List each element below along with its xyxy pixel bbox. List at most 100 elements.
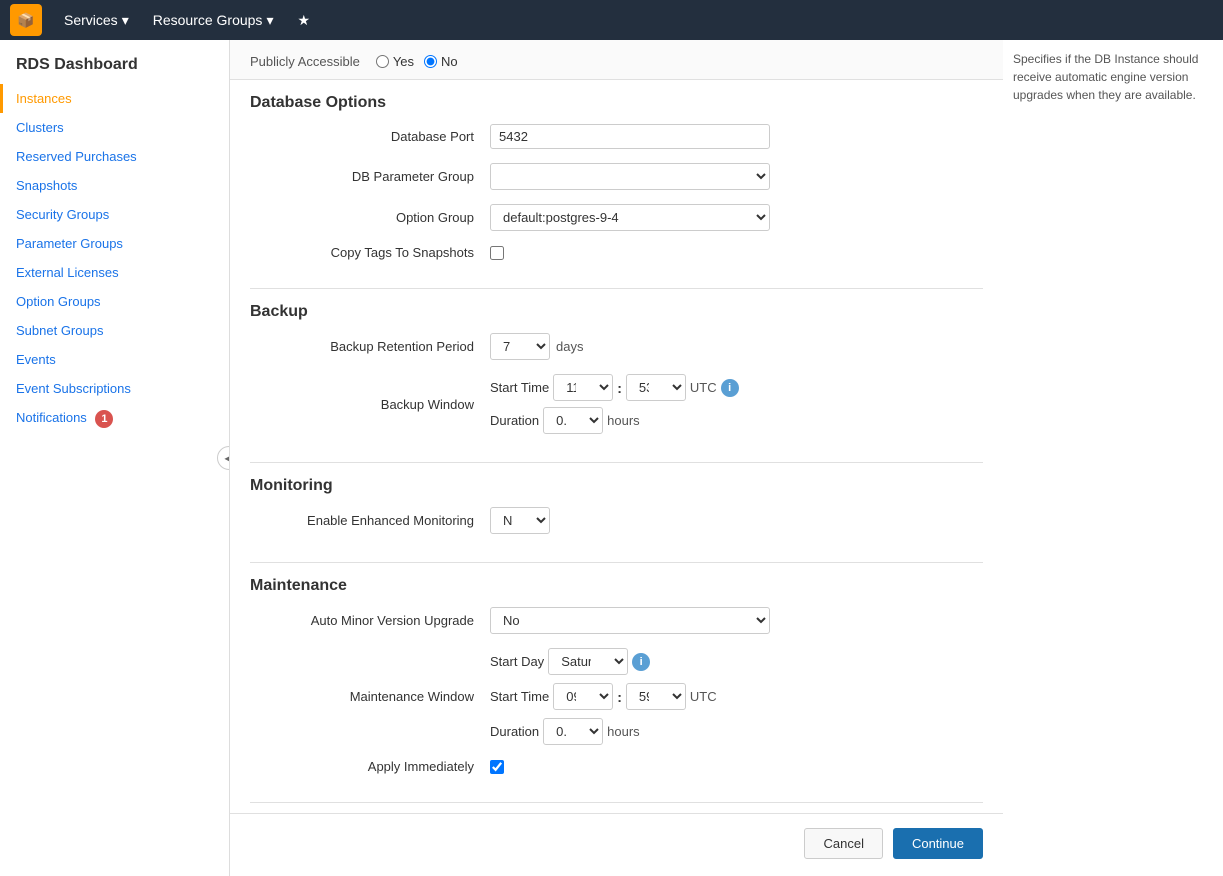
backup-retention-label: Backup Retention Period <box>250 339 490 354</box>
tooltip-text: Specifies if the DB Instance should rece… <box>1013 50 1213 104</box>
events-link[interactable]: Events <box>0 345 229 374</box>
notifications-link[interactable]: Notifications 1 <box>0 403 229 435</box>
resource-groups-label: Resource Groups <box>153 12 263 28</box>
publicly-accessible-yes-radio[interactable] <box>376 55 389 68</box>
backup-start-min-select[interactable]: 53 <box>626 374 686 401</box>
snapshots-link[interactable]: Snapshots <box>0 171 229 200</box>
main-content: Publicly Accessible Yes No Dat <box>230 40 1223 876</box>
services-label: Services <box>64 12 118 28</box>
publicly-accessible-no-label[interactable]: No <box>424 54 458 69</box>
copy-tags-checkbox[interactable] <box>490 246 504 260</box>
days-label: days <box>556 339 583 354</box>
instances-link[interactable]: Instances <box>0 84 229 113</box>
notifications-badge: 1 <box>95 410 113 428</box>
apply-immediately-checkbox[interactable] <box>490 760 504 774</box>
sidebar-item-subnet[interactable]: Subnet Groups <box>0 316 229 345</box>
backup-hours-label: hours <box>607 413 640 428</box>
option-group-label: Option Group <box>250 210 490 225</box>
sidebar-item-event-subs[interactable]: Event Subscriptions <box>0 374 229 403</box>
options-link[interactable]: Option Groups <box>0 287 229 316</box>
apply-immediately-label: Apply Immediately <box>250 759 490 774</box>
enhanced-monitoring-select[interactable]: No Yes <box>490 507 550 534</box>
security-link[interactable]: Security Groups <box>0 200 229 229</box>
monitoring-title: Monitoring <box>250 463 983 505</box>
continue-button[interactable]: Continue <box>893 828 983 859</box>
backup-section: Backup Backup Retention Period 7 days Ba… <box>250 289 983 463</box>
sidebar-item-security[interactable]: Security Groups <box>0 200 229 229</box>
database-port-input[interactable] <box>490 124 770 149</box>
maint-time-colon: : <box>617 689 622 705</box>
bottom-bar: Cancel Continue <box>230 813 1003 873</box>
sidebar-item-clusters[interactable]: Clusters <box>0 113 229 142</box>
monitoring-section: Monitoring Enable Enhanced Monitoring No… <box>250 463 983 563</box>
maintenance-window-label: Maintenance Window <box>250 689 490 704</box>
db-parameter-group-row: DB Parameter Group <box>250 161 983 192</box>
backup-duration-select[interactable]: 0.5 <box>543 407 603 434</box>
maint-start-time-label: Start Time <box>490 689 549 704</box>
backup-window-row: Backup Window Start Time 11 : <box>250 372 983 436</box>
maint-start-day-select[interactable]: Saturday Sunday Monday <box>548 648 628 675</box>
maintenance-section: Maintenance Auto Minor Version Upgrade N… <box>250 563 983 803</box>
sidebar-item-events[interactable]: Events <box>0 345 229 374</box>
backup-title: Backup <box>250 289 983 331</box>
resource-groups-arrow: ▾ <box>266 12 273 29</box>
copy-tags-label: Copy Tags To Snapshots <box>250 245 490 260</box>
sidebar-item-reserved[interactable]: Reserved Purchases <box>0 142 229 171</box>
option-group-select[interactable]: default:postgres-9-4 <box>490 204 770 231</box>
top-nav: 📦 Services ▾ Resource Groups ▾ ★ <box>0 0 1223 40</box>
sidebar-title: RDS Dashboard <box>0 40 229 84</box>
services-menu[interactable]: Services ▾ <box>52 0 141 40</box>
database-options-section: Database Options Database Port DB Parame… <box>250 80 983 289</box>
event-subs-link[interactable]: Event Subscriptions <box>0 374 229 403</box>
maint-start-hour-select[interactable]: 09 <box>553 683 613 710</box>
params-link[interactable]: Parameter Groups <box>0 229 229 258</box>
maint-duration-select[interactable]: 0.5 <box>543 718 603 745</box>
licenses-link[interactable]: External Licenses <box>0 258 229 287</box>
services-arrow: ▾ <box>122 12 129 29</box>
sidebar-item-notifications[interactable]: Notifications 1 <box>0 403 229 435</box>
sidebar-nav: Instances Clusters Reserved Purchases Sn… <box>0 84 229 435</box>
maint-duration-label: Duration <box>490 724 539 739</box>
resource-groups-menu[interactable]: Resource Groups ▾ <box>141 0 286 40</box>
publicly-accessible-yes-label[interactable]: Yes <box>376 54 414 69</box>
option-group-row: Option Group default:postgres-9-4 <box>250 202 983 233</box>
db-parameter-group-select[interactable] <box>490 163 770 190</box>
cancel-button[interactable]: Cancel <box>804 828 882 859</box>
star-icon: ★ <box>297 12 310 29</box>
apply-immediately-row: Apply Immediately <box>250 757 983 776</box>
backup-start-time-label: Start Time <box>490 380 549 395</box>
subnet-link[interactable]: Subnet Groups <box>0 316 229 345</box>
maint-hours-label: hours <box>607 724 640 739</box>
auto-minor-upgrade-row: Auto Minor Version Upgrade No Yes <box>250 605 983 636</box>
maintenance-window-info-icon[interactable]: i <box>632 653 650 671</box>
maint-start-min-select[interactable]: 59 <box>626 683 686 710</box>
backup-start-hour-select[interactable]: 11 <box>553 374 613 401</box>
backup-retention-row: Backup Retention Period 7 days <box>250 331 983 362</box>
sidebar-item-params[interactable]: Parameter Groups <box>0 229 229 258</box>
clusters-link[interactable]: Clusters <box>0 113 229 142</box>
enhanced-monitoring-row: Enable Enhanced Monitoring No Yes <box>250 505 983 536</box>
auto-minor-upgrade-select[interactable]: No Yes <box>490 607 770 634</box>
sidebar-item-snapshots[interactable]: Snapshots <box>0 171 229 200</box>
maint-utc-label: UTC <box>690 689 717 704</box>
publicly-accessible-row: Publicly Accessible Yes No <box>230 40 1003 80</box>
auto-minor-upgrade-label: Auto Minor Version Upgrade <box>250 613 490 628</box>
aws-logo: 📦 <box>10 4 42 36</box>
sidebar-item-options[interactable]: Option Groups <box>0 287 229 316</box>
database-port-row: Database Port <box>250 122 983 151</box>
sidebar-item-licenses[interactable]: External Licenses <box>0 258 229 287</box>
maintenance-window-row: Maintenance Window Start Day Saturday Su… <box>250 646 983 747</box>
backup-retention-select[interactable]: 7 <box>490 333 550 360</box>
backup-time-colon: : <box>617 380 622 396</box>
sidebar: RDS Dashboard Instances Clusters Reserve… <box>0 40 230 876</box>
publicly-accessible-label: Publicly Accessible <box>250 54 360 69</box>
star-button[interactable]: ★ <box>285 0 322 40</box>
db-parameter-group-label: DB Parameter Group <box>250 169 490 184</box>
sidebar-collapse-button[interactable]: ◀ <box>217 446 230 470</box>
backup-duration-label: Duration <box>490 413 539 428</box>
publicly-accessible-no-radio[interactable] <box>424 55 437 68</box>
backup-window-info-icon[interactable]: i <box>721 379 739 397</box>
sidebar-item-instances[interactable]: Instances <box>0 84 229 113</box>
reserved-link[interactable]: Reserved Purchases <box>0 142 229 171</box>
enhanced-monitoring-label: Enable Enhanced Monitoring <box>250 513 490 528</box>
